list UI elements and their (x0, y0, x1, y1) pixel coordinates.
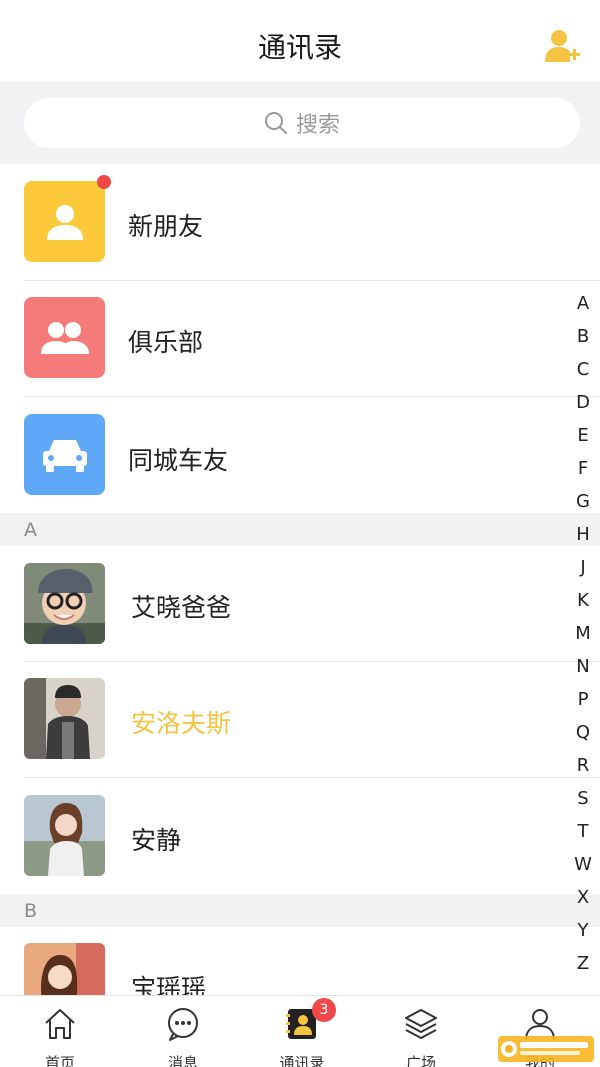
index-letter-a[interactable]: A (572, 287, 594, 320)
page-title: 通讯录 (257, 31, 342, 64)
section-header-b: B (0, 894, 600, 927)
entry-label: 新朋友 (128, 212, 204, 241)
index-letter-g[interactable]: G (572, 485, 594, 518)
tab-messages[interactable]: 消息 (123, 996, 243, 1067)
contact-name: 安洛夫斯 (131, 709, 232, 738)
contact-row[interactable]: 宝瑶瑶 (0, 927, 600, 995)
search-area: 搜索 (0, 82, 600, 164)
local-car-friends-entry[interactable]: 同城车友 (0, 397, 600, 513)
new-friends-tile (24, 175, 111, 262)
search-input[interactable]: 搜索 (24, 98, 580, 148)
section-letter: A (24, 519, 37, 541)
top-bar: 通讯录 (0, 0, 600, 82)
index-letter-r[interactable]: R (572, 749, 594, 782)
avatar (24, 943, 105, 995)
entry-label: 俱乐部 (128, 328, 204, 357)
search-icon (264, 112, 287, 134)
contact-row[interactable]: 安静 (0, 778, 600, 894)
index-letter-k[interactable]: K (572, 584, 594, 617)
add-contact-button[interactable] (542, 26, 582, 66)
index-letter-j[interactable]: J (572, 551, 594, 584)
watermark-logo (498, 1036, 594, 1062)
unread-dot (97, 175, 111, 189)
tab-label: 消息 (167, 1054, 198, 1067)
tab-square[interactable]: 广场 (361, 996, 481, 1067)
section-letter: B (24, 900, 38, 922)
index-letter-x[interactable]: X (572, 881, 594, 914)
home-icon (45, 1009, 75, 1039)
avatar (24, 563, 105, 644)
index-letter-q[interactable]: Q (572, 716, 594, 749)
person-icon (46, 204, 83, 240)
tab-home[interactable]: 首页 (0, 996, 120, 1067)
index-letter-f[interactable]: F (572, 452, 594, 485)
tab-contacts[interactable]: 3 通讯录 (242, 996, 362, 1067)
index-letter-s[interactable]: S (572, 782, 594, 815)
index-letter-c[interactable]: C (572, 353, 594, 386)
index-letter-z[interactable]: Z (572, 947, 594, 980)
index-letter-n[interactable]: N (572, 650, 594, 683)
index-letter-e[interactable]: E (572, 419, 594, 452)
new-friends-entry[interactable]: 新朋友 (0, 164, 600, 281)
index-letter-w[interactable]: W (572, 848, 594, 881)
car-friends-tile (24, 414, 105, 495)
index-letter-p[interactable]: P (572, 683, 594, 716)
contact-name: 艾晓爸爸 (131, 593, 232, 622)
search-placeholder: 搜索 (295, 113, 340, 138)
index-letter-t[interactable]: T (572, 815, 594, 848)
message-icon (168, 1008, 198, 1041)
section-header-a: A (0, 513, 600, 546)
club-entry[interactable]: 俱乐部 (0, 281, 600, 397)
alphabet-index[interactable]: ABCDEFGHJKMNPQRSTWXYZ (572, 287, 594, 980)
index-letter-y[interactable]: Y (572, 914, 594, 947)
avatar (24, 678, 105, 759)
index-letter-m[interactable]: M (572, 617, 594, 650)
tab-label: 首页 (44, 1054, 75, 1067)
tab-label: 广场 (405, 1054, 436, 1067)
avatar (24, 795, 105, 876)
group-icon (40, 321, 89, 354)
contact-name: 宝瑶瑶 (131, 974, 207, 995)
add-user-icon (545, 30, 580, 62)
contact-row[interactable]: 安洛夫斯 (0, 662, 600, 778)
contact-name: 安静 (131, 826, 182, 855)
index-letter-b[interactable]: B (572, 320, 594, 353)
tab-label: 通讯录 (279, 1054, 325, 1067)
car-icon (42, 439, 87, 472)
contact-row[interactable]: 艾晓爸爸 (0, 546, 600, 662)
unread-badge: 3 (312, 998, 336, 1022)
club-tile (24, 297, 105, 378)
index-letter-h[interactable]: H (572, 518, 594, 551)
layers-icon (405, 1009, 437, 1039)
entry-label: 同城车友 (128, 446, 229, 475)
index-letter-d[interactable]: D (572, 386, 594, 419)
